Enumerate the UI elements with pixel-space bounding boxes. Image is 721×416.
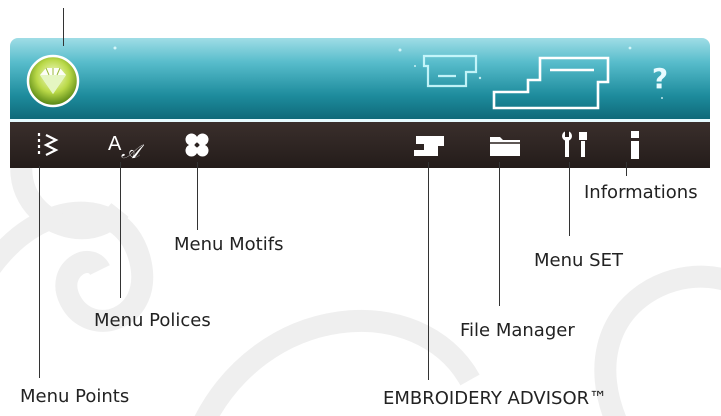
callout-menu-set: Menu SET: [534, 250, 623, 271]
svg-text:𝒜: 𝒜: [121, 141, 144, 160]
callout-embroidery-advisor: EMBROIDERY ADVISOR™: [383, 388, 608, 409]
sewing-mode-button[interactable]: [416, 46, 486, 94]
callout-line-file-manager: [499, 162, 500, 306]
embroidery-machine-mode-icon: [492, 56, 610, 110]
embroidery-mode-button[interactable]: [488, 52, 618, 114]
info-icon: [631, 131, 639, 159]
main-toolbar: A 𝒜: [10, 122, 710, 168]
font-icon: A 𝒜: [108, 133, 144, 160]
callout-informations: Informations: [584, 182, 698, 203]
help-button[interactable]: ?: [640, 58, 680, 98]
help-icon: ?: [651, 61, 669, 95]
callout-line-motifs: [197, 162, 198, 230]
tools-icon: [562, 131, 587, 157]
svg-text:A: A: [108, 133, 122, 155]
top-bar: ?: [10, 38, 710, 120]
stitch-zigzag-icon: [37, 133, 59, 157]
menu-set-button[interactable]: [555, 122, 595, 168]
callout-menu-motifs: Menu Motifs: [174, 234, 284, 255]
diamond-logo-icon: [26, 54, 80, 108]
menu-points-button[interactable]: [32, 122, 62, 168]
callout-line-set: [569, 162, 570, 236]
sewing-machine-mode-icon: [422, 54, 478, 88]
callout-menu-points: Menu Points: [20, 386, 130, 407]
callout-line-polices: [120, 162, 121, 298]
callout-line-logo: [63, 8, 64, 46]
callout-file-manager: File Manager: [460, 320, 575, 341]
callout-line-informations: [626, 162, 627, 176]
file-manager-button[interactable]: [485, 122, 525, 168]
folder-icon: [490, 137, 520, 156]
informations-button[interactable]: [620, 122, 650, 168]
sewing-machine-icon: [414, 136, 444, 156]
menu-polices-button[interactable]: A 𝒜: [105, 122, 145, 168]
callout-line-points: [39, 166, 40, 378]
callout-menu-polices: Menu Polices: [94, 310, 211, 331]
motif-flower-icon: [185, 133, 209, 157]
embroidery-advisor-button[interactable]: [410, 122, 450, 168]
home-logo-button[interactable]: [26, 54, 80, 108]
callout-line-advisor: [428, 162, 429, 380]
